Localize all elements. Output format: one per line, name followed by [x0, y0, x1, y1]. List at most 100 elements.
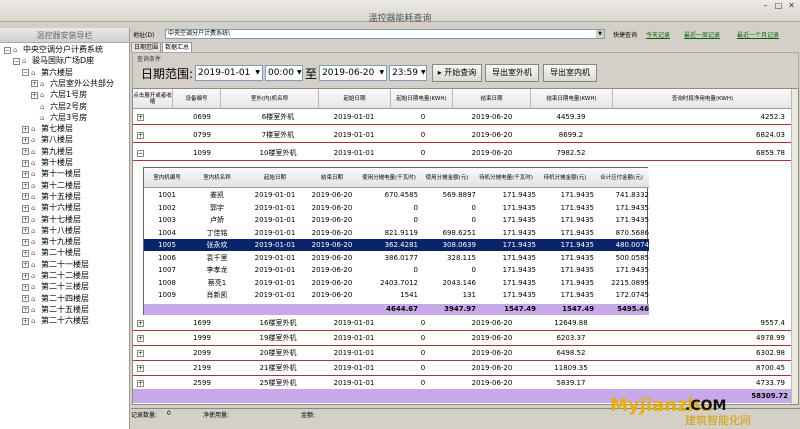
tree-node[interactable]: + ⌂ 第十五楼层 — [22, 191, 81, 203]
chevron-down-icon[interactable]: ▼ — [297, 66, 302, 80]
start-date-field[interactable]: 2019-01-01 ▼ — [195, 65, 264, 81]
tree-node[interactable]: + ⌂ 第二十楼层 — [22, 247, 81, 259]
sub-header-cell[interactable]: 结束日期 — [304, 168, 360, 188]
sub-header-cell[interactable]: 使用分摊金额(元) — [418, 168, 476, 188]
sub-table-row[interactable]: 1004 丁佳铭 2019-01-01 2019-06-20 821.9119 698.6… — [144, 227, 649, 239]
tree-node[interactable]: − ⌂ 中央空调分户计费系统 — [4, 44, 103, 56]
expand-icon[interactable]: + — [22, 272, 29, 280]
expand-icon[interactable]: + — [137, 114, 144, 121]
sub-table-row[interactable]: 1007 李孝龙 2019-01-01 2019-06-20 0 0 171.9435 171… — [144, 264, 649, 276]
link-month[interactable]: 最近一个月记录 — [737, 30, 779, 39]
expand-icon[interactable]: + — [22, 261, 29, 269]
expand-icon[interactable]: + — [22, 125, 29, 133]
expand-icon[interactable]: + — [22, 249, 29, 257]
grid-header-cell[interactable]: 室外(内)机名称 — [221, 89, 319, 109]
tree-node[interactable]: + ⌂ 第十二楼层 — [22, 180, 81, 192]
chevron-down-icon[interactable]: ▼ — [255, 66, 260, 80]
expand-icon[interactable]: − — [137, 150, 144, 157]
tree-node[interactable]: + ⌂ 第十六楼层 — [22, 202, 81, 214]
expand-icon[interactable]: + — [22, 317, 29, 325]
tree-node[interactable]: + ⌂ 第九楼层 — [22, 146, 73, 158]
table-row[interactable]: +1999 19楼室外机 2019-01-01 0 2019-06-20 6203.37 4… — [133, 331, 793, 346]
tree-node[interactable]: + ⌂ 第十楼层 — [22, 157, 73, 169]
sub-table-row[interactable]: 1009 肖新凯 2019-01-01 2019-06-20 1541 131 171.94… — [144, 289, 649, 301]
sub-header-cell[interactable]: 待机分摊电量(千瓦时) — [476, 168, 536, 188]
sub-table-row[interactable]: 1001 姜凯 2019-01-01 2019-06-20 670.4585 569.88… — [144, 189, 649, 201]
tree-node[interactable]: + ⌂ 第八楼层 — [22, 134, 73, 146]
collapse-icon[interactable]: − — [4, 46, 11, 54]
maximize-icon[interactable]: □ — [774, 1, 783, 10]
vertical-scrollbar[interactable] — [791, 89, 798, 404]
sub-table-row[interactable]: 1008 蔡亮1 2019-01-01 2019-06-20 2403.7012 2043… — [144, 277, 649, 289]
expand-icon[interactable]: + — [22, 136, 29, 144]
start-query-button[interactable]: ▸ 开始查询 — [432, 64, 482, 82]
tab-summary[interactable]: 数据汇总 — [162, 42, 193, 52]
expand-icon[interactable]: + — [137, 350, 144, 357]
table-row[interactable]: +2199 21楼室外机 2019-01-01 0 2019-06-20 11809.35… — [133, 361, 793, 376]
collapse-icon[interactable]: − — [22, 69, 29, 77]
grid-header-cell[interactable]: 结束日期电量(KWH) — [531, 89, 613, 109]
expand-icon[interactable]: + — [22, 159, 29, 167]
tree-node[interactable]: + ⌂ 六层室外公共部分 — [31, 78, 114, 90]
expand-icon[interactable]: + — [22, 193, 29, 201]
grid-header-cell[interactable]: 起始日期电量(KWH) — [391, 89, 453, 109]
tree-node[interactable]: + ⌂ 第二十一楼层 — [22, 259, 89, 271]
sub-header-cell[interactable]: 合计应付金额(元) — [594, 168, 649, 188]
table-row[interactable]: +2099 20楼室外机 2019-01-01 0 2019-06-20 6498.52 6… — [133, 346, 793, 361]
sub-header-cell[interactable]: 待机分摊金额(元) — [536, 168, 594, 188]
tree-node[interactable]: + ⌂ 第二十二楼层 — [22, 270, 89, 282]
sub-header-cell[interactable]: 起始日期 — [246, 168, 304, 188]
table-row[interactable]: +0799 7楼室外机 2019-01-01 0 2019-06-20 8699.2 682… — [133, 128, 793, 143]
export-outdoor-button[interactable]: 导出室外机 — [485, 64, 539, 82]
chevron-down-icon[interactable]: ▼ — [379, 66, 384, 80]
tree-node[interactable]: + ⌂ 第二十三楼层 — [22, 281, 89, 293]
chevron-down-icon[interactable]: ▼ — [421, 66, 426, 80]
grid-header-cell[interactable]: 查询时段净用电量(KWH) — [613, 89, 793, 109]
table-row[interactable]: − 1099 10楼室外机 2019-01-01 0 2019-06-20 7982.52 6… — [133, 146, 793, 161]
tree-node[interactable]: + ⌂ 第十一楼层 — [22, 168, 81, 180]
grid-header-cell[interactable]: 设备编号 — [173, 89, 221, 109]
expand-icon[interactable]: + — [137, 365, 144, 372]
expand-icon[interactable]: + — [137, 380, 144, 387]
expand-icon[interactable]: + — [22, 227, 29, 235]
tree-node[interactable]: − ⌂ 骏马国际广场D座 — [13, 55, 94, 67]
expand-icon[interactable]: + — [22, 148, 29, 156]
expand-icon[interactable]: + — [137, 335, 144, 342]
tree-node[interactable]: + ⌂ 第十九楼层 — [22, 236, 81, 248]
sub-table-row[interactable]: 1006 袁千里 2019-01-01 2019-06-20 386.0177 328.1… — [144, 252, 649, 264]
table-row[interactable]: +1699 16楼室外机 2019-01-01 0 2019-06-20 12649.88… — [133, 316, 793, 331]
tree-node[interactable]: + ⌂ 第十七楼层 — [22, 214, 81, 226]
expand-icon[interactable]: + — [22, 306, 29, 314]
grid-header-cell[interactable]: 起始日期 — [319, 89, 391, 109]
collapse-icon[interactable]: − — [13, 57, 20, 65]
link-week[interactable]: 最近一周记录 — [684, 30, 720, 39]
expand-icon[interactable]: + — [31, 80, 38, 88]
expand-icon[interactable]: + — [22, 170, 29, 178]
tab-date-range[interactable]: 日期范围 — [131, 42, 162, 52]
sub-header-cell[interactable]: 室内机名称 — [188, 168, 246, 188]
expand-icon[interactable]: + — [137, 132, 144, 139]
end-date-field[interactable]: 2019-06-20 ▼ — [319, 65, 388, 81]
sub-table-row[interactable]: 1003 卢娇 2019-01-01 2019-06-20 0 0 171.9435 171.… — [144, 214, 649, 226]
tree-node[interactable]: ⌂ 六层2号房 — [31, 101, 87, 113]
sub-header-cell[interactable]: 使用分摊电量(千瓦时) — [360, 168, 418, 188]
expand-icon[interactable]: + — [22, 295, 29, 303]
expand-icon[interactable]: + — [22, 216, 29, 223]
expand-icon[interactable]: + — [22, 283, 29, 291]
tree-node[interactable]: + ⌂ 六层1号房 — [31, 89, 87, 101]
tree-node[interactable]: + ⌂ 第十八楼层 — [22, 225, 81, 237]
close-icon[interactable]: ✕ — [787, 1, 796, 10]
tree-node[interactable]: + ⌂ 第二十五楼层 — [22, 304, 89, 316]
expand-icon[interactable]: + — [137, 320, 144, 327]
end-time-field[interactable]: 23:59 ▼ — [389, 65, 428, 81]
tree-node[interactable]: + ⌂ 第二十四楼层 — [22, 293, 89, 305]
path-input[interactable]: 中央空调分户计费系统\ ▼ — [165, 29, 605, 39]
grid-header-cell[interactable]: 点击展开或者收缩 — [133, 89, 173, 109]
grid-header-cell[interactable]: 结束日期 — [453, 89, 531, 109]
chevron-down-icon[interactable]: ▼ — [596, 30, 604, 38]
minimize-icon[interactable]: – — [761, 1, 770, 10]
link-today[interactable]: 今天记录 — [646, 30, 670, 39]
sub-header-cell[interactable]: 室内机编号 — [146, 168, 188, 188]
expand-icon[interactable]: + — [22, 182, 29, 190]
tree-node[interactable]: ⌂ 六层3号房 — [31, 112, 87, 124]
